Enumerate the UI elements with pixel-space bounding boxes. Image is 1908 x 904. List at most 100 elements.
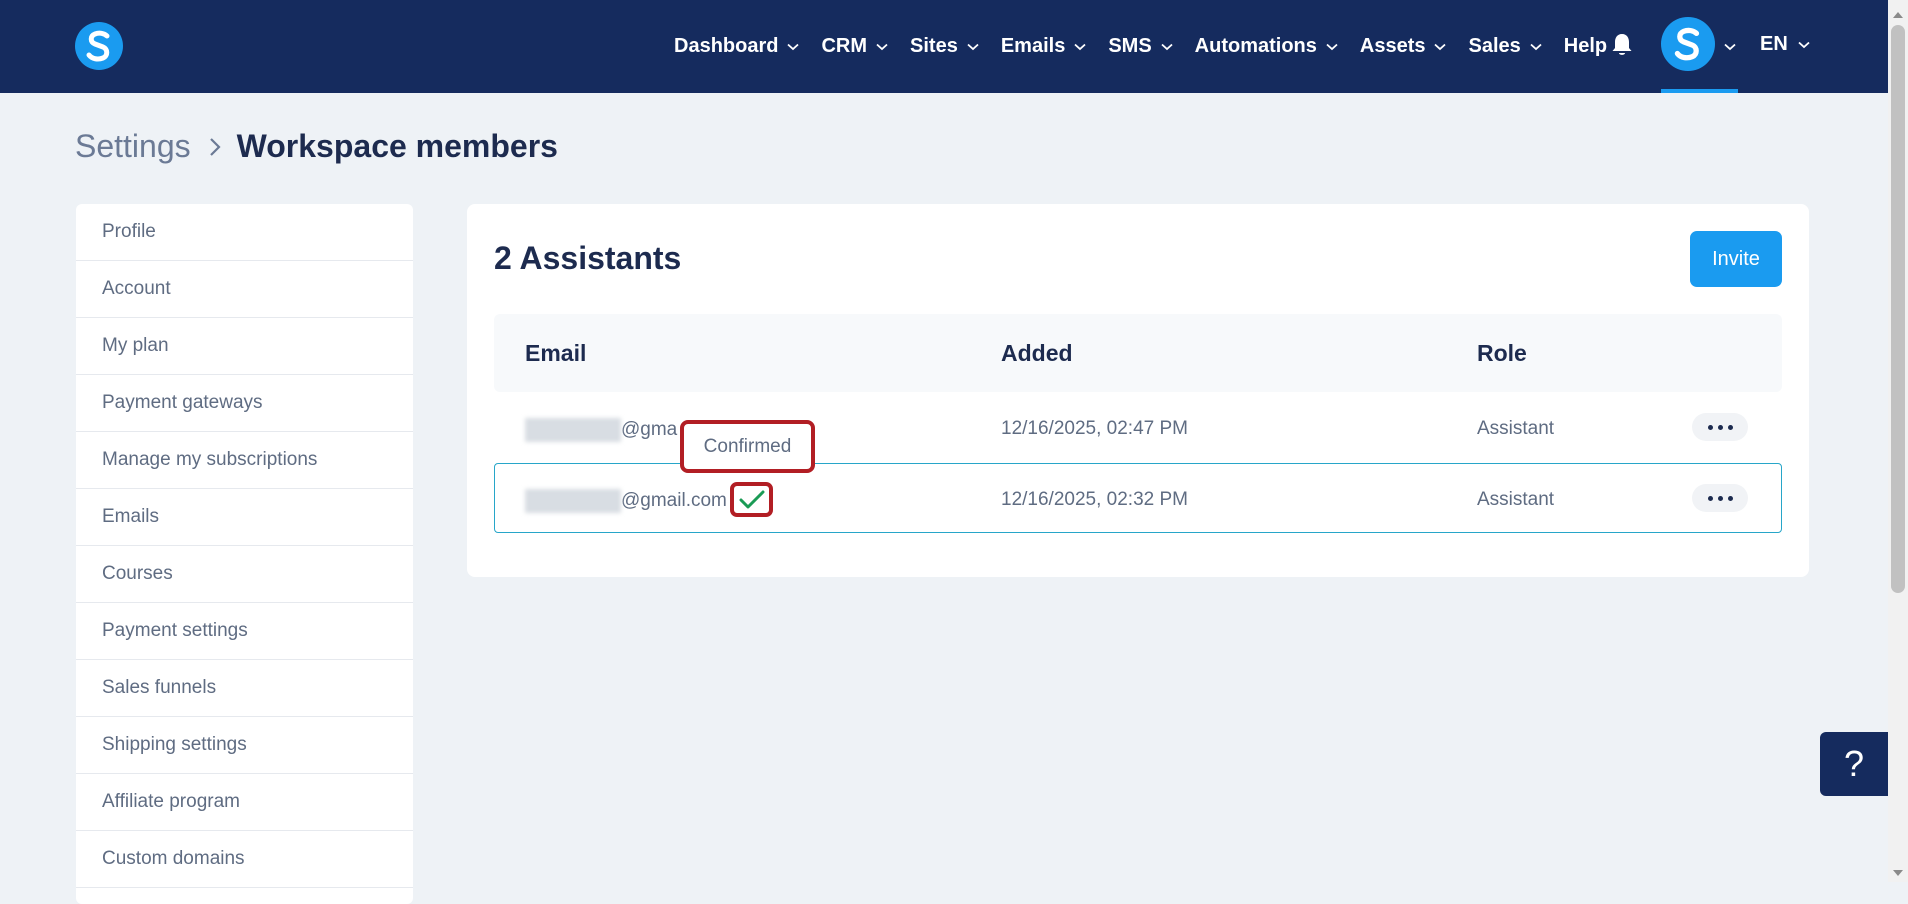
settings-sidebar: Profile Account My plan Payment gateways… (76, 204, 413, 904)
nav-crm[interactable]: CRM (821, 35, 888, 58)
row-actions-button[interactable] (1692, 413, 1748, 441)
scroll-up-arrow-icon[interactable] (1892, 6, 1904, 24)
brand-logo[interactable] (75, 22, 123, 70)
breadcrumb: Settings Workspace members (75, 128, 558, 165)
language-label: EN (1760, 33, 1788, 55)
confirmed-status[interactable] (730, 482, 773, 517)
breadcrumb-settings-link[interactable]: Settings (75, 128, 191, 165)
more-horizontal-icon (1707, 424, 1713, 430)
sidebar-item-profile[interactable]: Profile (76, 204, 413, 261)
nav-label: SMS (1108, 35, 1152, 57)
chevron-down-icon (1326, 43, 1338, 51)
redacted-email (525, 418, 621, 442)
added-date-cell: 12/16/2025, 02:47 PM (1001, 418, 1188, 439)
active-indicator (1661, 89, 1738, 93)
nav-label: Emails (1000, 35, 1066, 57)
sidebar-item-payment-gateways[interactable]: Payment gateways (76, 375, 413, 432)
more-dot (1717, 495, 1723, 501)
sidebar-item-payment-settings[interactable]: Payment settings (76, 603, 413, 660)
sidebar-item-label: Payment settings (102, 620, 248, 641)
nav-assets[interactable]: Assets (1360, 35, 1447, 58)
check-icon (739, 490, 764, 508)
nav-automations[interactable]: Automations (1195, 35, 1338, 58)
column-header-email: Email (525, 340, 587, 366)
sidebar-item-label: My plan (102, 335, 169, 356)
row-actions-button[interactable] (1692, 484, 1748, 512)
assistants-count-title: 2 Assistants (494, 240, 682, 276)
language-selector[interactable]: EN (1760, 33, 1810, 56)
confirmed-tooltip: Confirmed (680, 420, 815, 473)
column-header-added: Added (1001, 340, 1073, 366)
help-button[interactable]: ? (1820, 732, 1888, 796)
nav-help[interactable]: Help (1564, 35, 1607, 58)
nav-label: Assets (1359, 35, 1426, 57)
chevron-down-icon (787, 43, 800, 51)
user-avatar[interactable] (1661, 17, 1715, 71)
column-header-role: Role (1477, 340, 1527, 366)
page-title: Workspace members (236, 128, 558, 164)
sidebar-item-label: Emails (102, 506, 160, 527)
role-cell: Assistant (1477, 489, 1555, 510)
nav-dashboard[interactable]: Dashboard (674, 35, 800, 58)
sidebar-item-label: Profile (102, 221, 156, 242)
s-logo-icon (86, 30, 110, 62)
sidebar-item-account[interactable]: Account (76, 261, 413, 318)
role-cell: Assistant (1477, 418, 1555, 439)
sidebar-item-label: Custom domains (102, 848, 245, 869)
nav-label: Help (1563, 35, 1608, 57)
sidebar-item-affiliate-program[interactable]: Affiliate program (76, 774, 413, 831)
nav-sms[interactable]: SMS (1108, 35, 1173, 58)
chevron-down-icon (1434, 43, 1447, 51)
chevron-right-icon (209, 137, 221, 157)
sidebar-item-manage-subscriptions[interactable]: Manage my subscriptions (76, 432, 413, 489)
sidebar-item-courses[interactable]: Courses (76, 546, 413, 603)
chevron-down-icon[interactable] (1724, 38, 1736, 56)
sidebar-item-label: Affiliate program (102, 791, 240, 812)
sidebar-item-label: Account (102, 278, 171, 299)
sidebar-item-my-plan[interactable]: My plan (76, 318, 413, 375)
more-dot (1727, 424, 1733, 430)
chevron-down-icon (876, 43, 888, 51)
chevron-down-icon (1074, 43, 1086, 51)
invite-button[interactable]: Invite (1690, 231, 1782, 287)
added-date-cell: 12/16/2025, 02:32 PM (1001, 489, 1188, 510)
table-row[interactable]: @gmail.com 12/16/2025, 02:32 PM Assistan… (494, 463, 1782, 533)
sidebar-item-label: Courses (102, 563, 173, 584)
sidebar-item-emails[interactable]: Emails (76, 489, 413, 546)
sidebar-item-sales-funnels[interactable]: Sales funnels (76, 660, 413, 717)
chevron-down-icon (1161, 43, 1173, 51)
sidebar-item-shipping-settings[interactable]: Shipping settings (76, 717, 413, 774)
table-header: Email Added Role (494, 314, 1782, 392)
more-horizontal-icon (1707, 495, 1713, 501)
scroll-down-arrow-icon[interactable] (1892, 864, 1904, 882)
more-dot (1727, 495, 1733, 501)
nav-emails[interactable]: Emails (1001, 35, 1086, 58)
bell-icon[interactable] (1610, 32, 1634, 63)
more-dot (1717, 424, 1723, 430)
redacted-email (525, 489, 621, 513)
chevron-down-icon (1798, 41, 1810, 49)
members-card: 2 Assistants Invite Email Added Role @gm… (467, 204, 1809, 577)
email-cell: @gmail.com (525, 489, 727, 513)
email-domain: @gma (621, 419, 678, 440)
nav-sites[interactable]: Sites (910, 35, 979, 58)
s-logo-icon (1674, 27, 1700, 61)
nav-label: Dashboard (674, 35, 779, 57)
sidebar-item-label: Manage my subscriptions (102, 449, 318, 470)
email-domain: @gmail.com (621, 490, 727, 511)
top-navbar: Dashboard CRM Sites Emails SMS Automatio… (0, 0, 1888, 93)
nav-sales[interactable]: Sales (1468, 35, 1542, 58)
email-cell: @gma (525, 418, 677, 442)
sidebar-item-label: Shipping settings (102, 734, 247, 755)
nav-label: CRM (821, 35, 868, 57)
nav-label: Sites (910, 35, 958, 57)
sidebar-item-custom-domains[interactable]: Custom domains (76, 831, 413, 888)
scrollbar-thumb[interactable] (1891, 25, 1905, 593)
sidebar-item-label: Payment gateways (102, 392, 263, 413)
chevron-down-icon (967, 43, 979, 51)
sidebar-item-label: Sales funnels (102, 677, 217, 698)
nav-label: Sales (1468, 35, 1521, 57)
main-nav: Dashboard CRM Sites Emails SMS Automatio… (674, 0, 1629, 93)
chevron-down-icon (1530, 43, 1542, 51)
nav-label: Automations (1194, 35, 1317, 57)
